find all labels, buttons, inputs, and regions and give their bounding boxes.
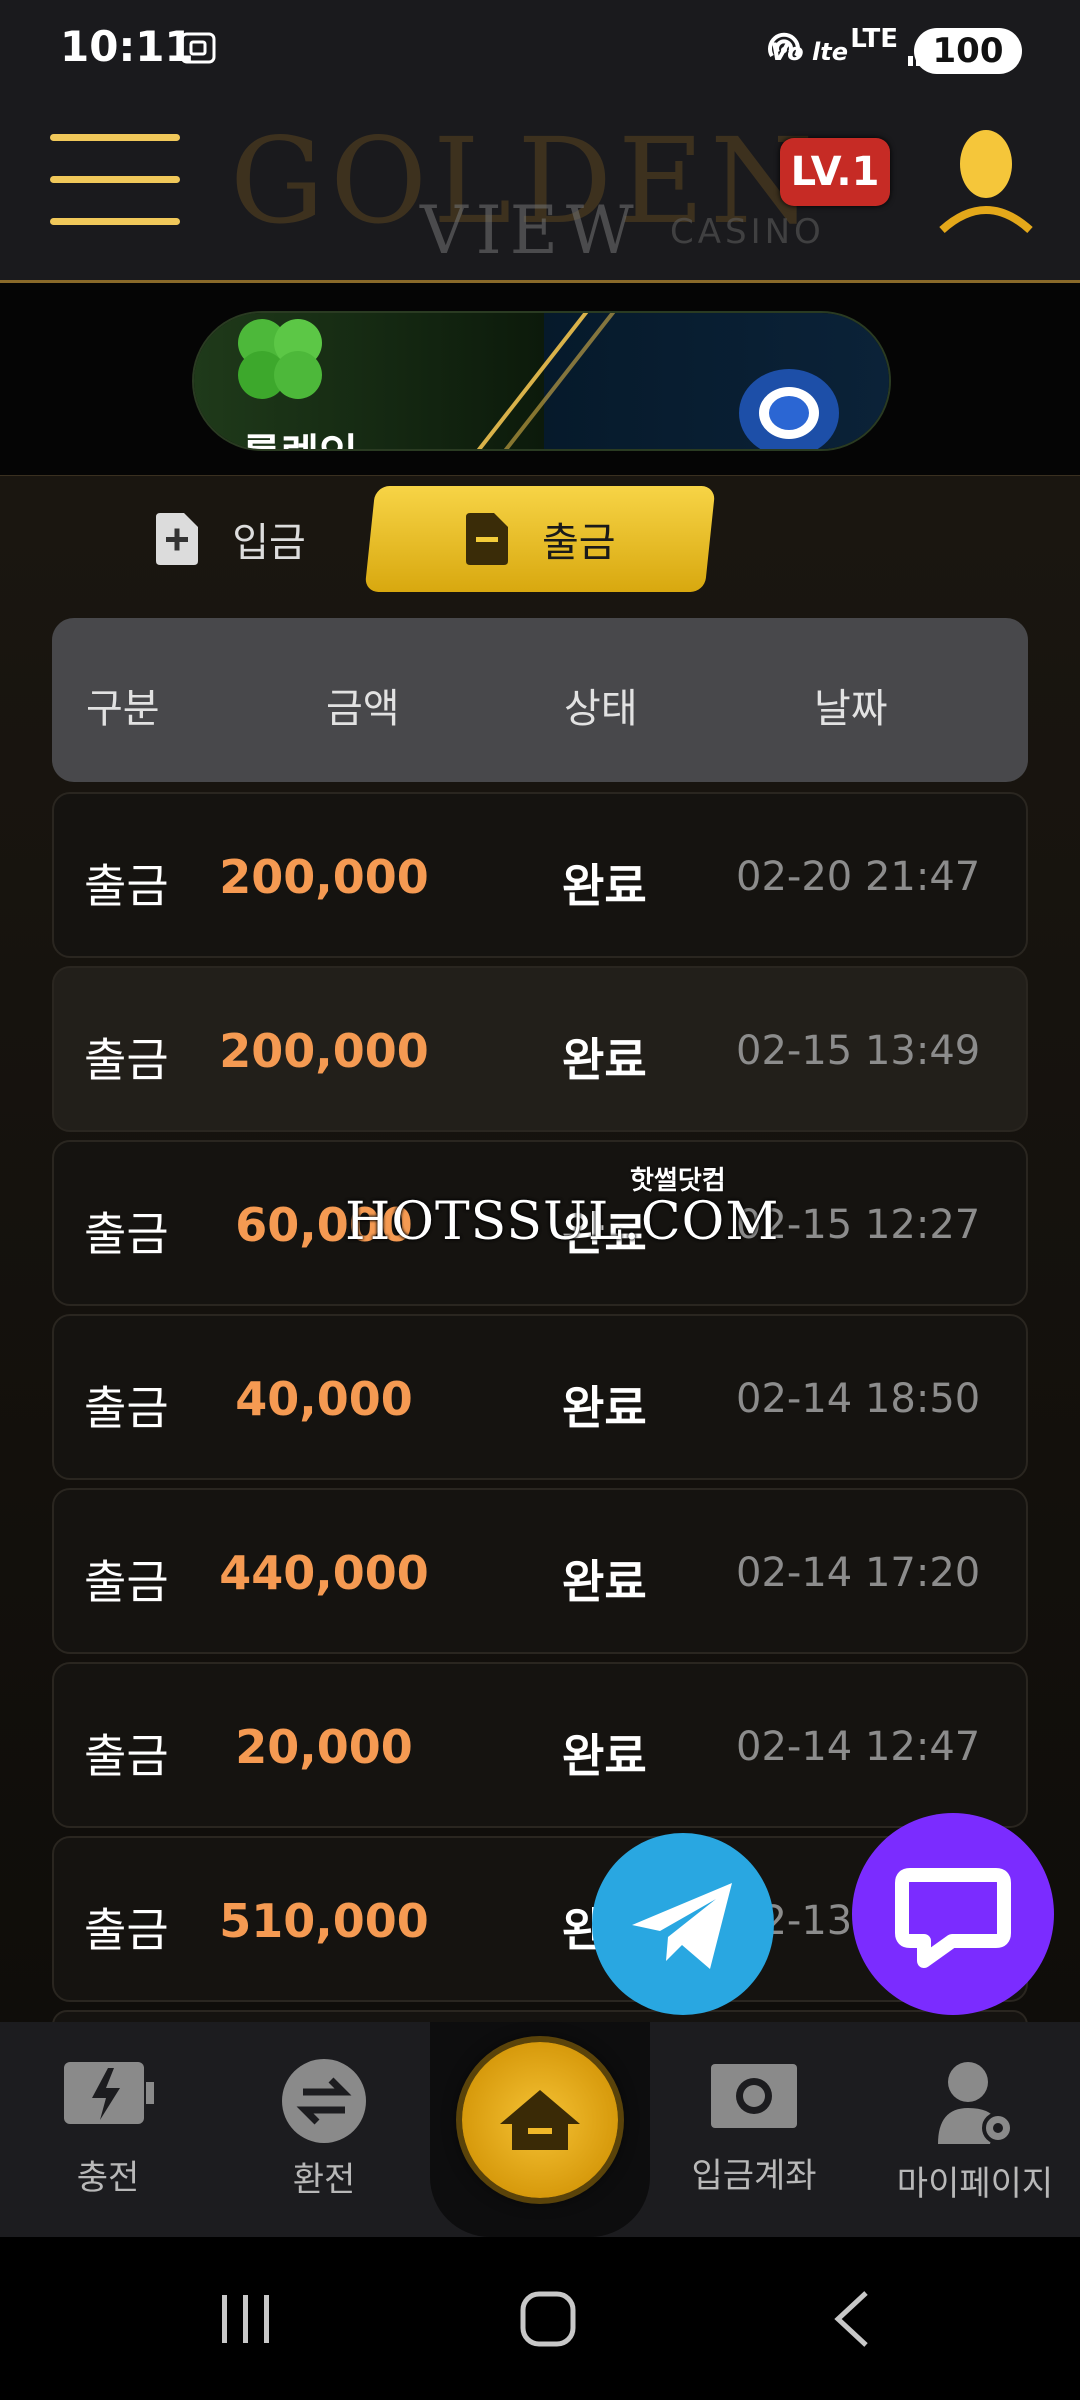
bottom-nav: 충전 환전 입금계좌 마이페이지 bbox=[0, 2022, 1080, 2237]
level-badge[interactable]: LV.1 bbox=[780, 138, 890, 206]
row-status: 완료 bbox=[562, 859, 647, 913]
row-date: 02-14 17:20 bbox=[736, 1550, 981, 1596]
home-icon bbox=[500, 2090, 580, 2150]
row-date: 02-20 21:47 bbox=[736, 854, 981, 900]
row-status: 완료 bbox=[562, 1033, 647, 1087]
header-amount: 금액 bbox=[326, 686, 400, 732]
promo-banner-area: 룰렛인 bbox=[0, 283, 1080, 477]
row-status: 완료 bbox=[562, 1381, 647, 1435]
table-header: 구분 금액 상태 날짜 bbox=[52, 618, 1028, 782]
charge-icon bbox=[64, 2062, 154, 2124]
status-time: 10:11 bbox=[60, 22, 194, 71]
screenshot-icon bbox=[180, 32, 216, 64]
logo-text-sub: VIEW bbox=[420, 192, 642, 269]
watermark: HOTSSUL.COM bbox=[345, 1192, 780, 1252]
exchange-icon bbox=[282, 2059, 366, 2143]
bank-account-icon bbox=[711, 2064, 797, 2128]
chat-icon bbox=[895, 1868, 1011, 1968]
row-status: 완료 bbox=[562, 1555, 647, 1609]
row-amount: 440,000 bbox=[219, 1546, 429, 1600]
row-date: 02-14 18:50 bbox=[736, 1376, 981, 1422]
nav-deposit-account-label: 입금계좌 bbox=[691, 2156, 817, 2196]
system-nav-bar bbox=[0, 2237, 1080, 2400]
header-status: 상태 bbox=[564, 686, 638, 732]
nav-charge-label: 충전 bbox=[76, 2158, 140, 2198]
row-amount: 200,000 bbox=[219, 850, 429, 904]
recent-apps-icon[interactable] bbox=[218, 2291, 274, 2347]
table-row[interactable]: 출금 200,000 완료 02-15 13:49 bbox=[52, 966, 1028, 1132]
table-row[interactable]: 출금 200,000 완료 02-20 21:47 bbox=[52, 792, 1028, 958]
telegram-button[interactable] bbox=[592, 1833, 774, 2015]
nav-exchange-label: 환전 bbox=[292, 2160, 356, 2200]
home-system-icon[interactable] bbox=[518, 2289, 578, 2349]
menu-icon[interactable] bbox=[50, 134, 180, 230]
doc-minus-icon bbox=[466, 513, 509, 565]
row-amount: 200,000 bbox=[219, 1024, 429, 1078]
nav-deposit-account[interactable]: 입금계좌 bbox=[664, 2058, 844, 2197]
banner-text: 룰렛인 bbox=[242, 421, 358, 449]
logo-text-casino: CASINO bbox=[670, 212, 825, 252]
user-icon[interactable] bbox=[938, 126, 1034, 234]
row-amount: 510,000 bbox=[219, 1894, 429, 1948]
battery-indicator: 100 bbox=[914, 28, 1022, 74]
clover-icon bbox=[238, 319, 322, 399]
table-row[interactable]: 출금 40,000 완료 02-14 18:50 bbox=[52, 1314, 1028, 1480]
table-row[interactable]: 출금 20,000 완료 02-14 12:47 bbox=[52, 1662, 1028, 1828]
tab-withdraw[interactable]: 출금 bbox=[364, 486, 716, 592]
row-status: 완료 bbox=[562, 1729, 647, 1783]
doc-plus-icon bbox=[156, 513, 199, 565]
volte-indicator: Vo lte bbox=[770, 38, 848, 66]
tab-deposit-label: 입금 bbox=[232, 520, 306, 566]
casino-chip-icon bbox=[739, 369, 839, 449]
nav-charge[interactable]: 충전 bbox=[18, 2058, 198, 2199]
nav-home[interactable] bbox=[462, 2042, 618, 2198]
back-icon[interactable] bbox=[830, 2289, 874, 2349]
lte-indicator: LTE bbox=[850, 24, 898, 54]
row-amount: 20,000 bbox=[235, 1720, 413, 1774]
chat-button[interactable] bbox=[852, 1813, 1054, 2015]
nav-exchange[interactable]: 환전 bbox=[234, 2058, 414, 2201]
brand-logo: GOLDEN VIEW CASINO bbox=[230, 100, 850, 280]
tab-withdraw-label: 출금 bbox=[542, 520, 616, 566]
row-date: 02-15 13:49 bbox=[736, 1028, 981, 1074]
status-bar: 10:11 Vo lte LTE 100 bbox=[0, 0, 1080, 100]
header-date: 날짜 bbox=[814, 686, 888, 732]
row-date: 02-14 12:47 bbox=[736, 1724, 981, 1770]
nav-mypage[interactable]: 마이페이지 bbox=[880, 2058, 1070, 2205]
table-row[interactable]: 출금 440,000 완료 02-14 17:20 bbox=[52, 1488, 1028, 1654]
header-type: 구분 bbox=[86, 686, 160, 732]
promo-banner[interactable]: 룰렛인 bbox=[192, 311, 891, 451]
nav-mypage-label: 마이페이지 bbox=[896, 2164, 1054, 2204]
mypage-icon bbox=[938, 2062, 1014, 2144]
row-amount: 40,000 bbox=[235, 1372, 413, 1426]
app-header: GOLDEN VIEW CASINO LV.1 bbox=[0, 100, 1080, 283]
tab-deposit[interactable]: 입금 bbox=[110, 486, 350, 592]
telegram-icon bbox=[632, 1883, 732, 1969]
